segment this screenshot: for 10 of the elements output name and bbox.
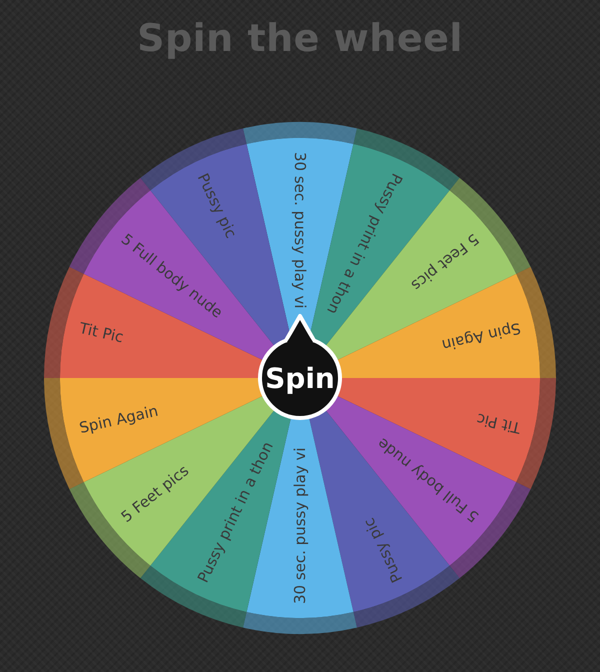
segment-label: Spin Again (78, 402, 160, 438)
segment-label: Pussy pic (194, 170, 240, 241)
segment-label: Spin Again (440, 318, 522, 354)
segment-label: 30 sec. pussy play vi (291, 447, 309, 604)
segment-label: Pussy pic (360, 515, 406, 586)
segment-label: Tit Pic (474, 410, 522, 438)
segment-label: 30 sec. pussy play vi (291, 152, 309, 309)
segment-label: 5 Feet pics (408, 230, 482, 295)
segment-label: 5 Feet pics (118, 461, 192, 526)
segment-label: Tit Pic (78, 318, 126, 346)
